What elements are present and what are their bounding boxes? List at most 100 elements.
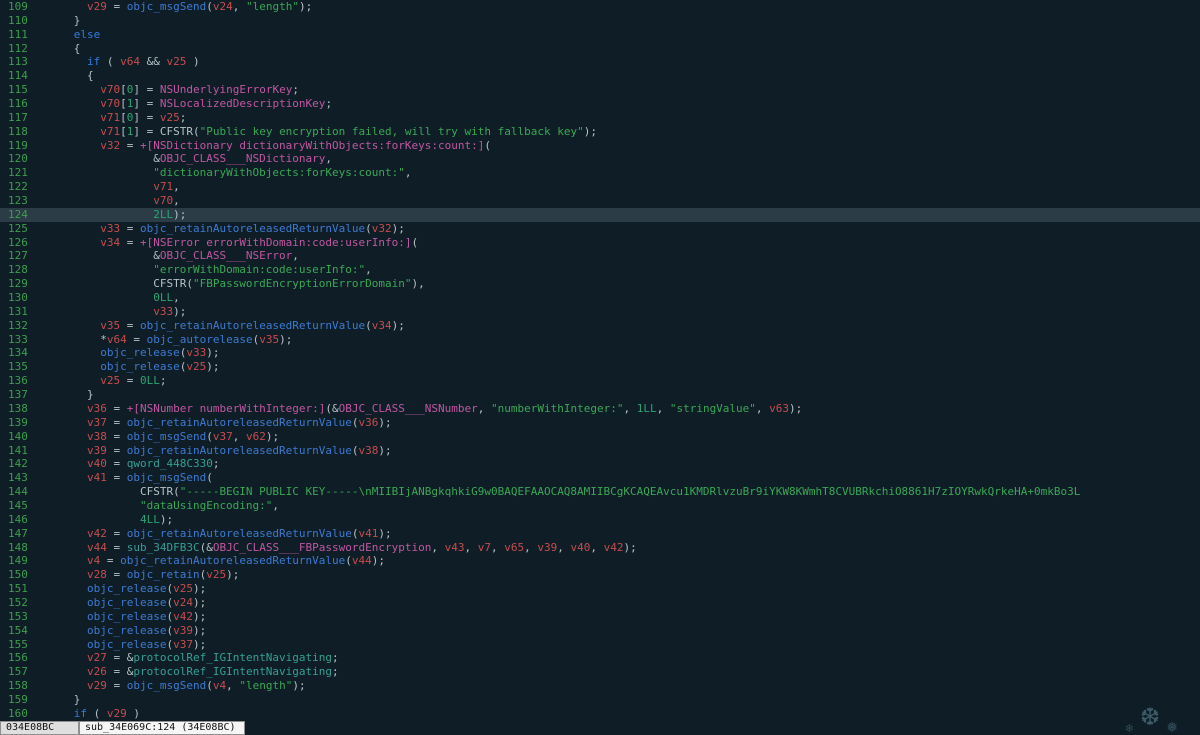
code-token-v[interactable]: v32 xyxy=(100,139,120,152)
code-token-v[interactable]: v64 xyxy=(120,55,140,68)
code-token-v[interactable]: v39 xyxy=(537,541,557,554)
address-indicator[interactable]: 034E08BC xyxy=(0,721,79,735)
code-token-v[interactable]: v43 xyxy=(445,541,465,554)
code-token-f[interactable]: objc_release xyxy=(87,638,166,651)
code-token-v[interactable]: v64 xyxy=(107,333,127,346)
code-token-k[interactable]: if xyxy=(87,55,100,68)
code-token-k[interactable]: if xyxy=(74,707,87,720)
code-line[interactable]: 118 v71[1] = CFSTR("Public key encryptio… xyxy=(0,125,1200,139)
code-token-d[interactable]: qword_448C330 xyxy=(127,457,213,470)
code-line[interactable]: 151 objc_release(v25); xyxy=(0,582,1200,596)
code-token-f[interactable]: objc_release xyxy=(87,582,166,595)
code-line[interactable]: 149 v4 = objc_retainAutoreleasedReturnVa… xyxy=(0,554,1200,568)
code-line[interactable]: 160 if ( v29 ) xyxy=(0,707,1200,721)
code-token-v[interactable]: v37 xyxy=(173,638,193,651)
code-line[interactable]: 157 v26 = &protocolRef_IGIntentNavigatin… xyxy=(0,665,1200,679)
code-token-v[interactable]: v71 xyxy=(153,180,173,193)
code-line[interactable]: 121 "dictionaryWithObjects:forKeys:count… xyxy=(0,166,1200,180)
code-line[interactable]: 114 { xyxy=(0,69,1200,83)
code-token-f[interactable]: objc_release xyxy=(87,610,166,623)
code-token-d[interactable]: protocolRef_IGIntentNavigating xyxy=(133,651,332,664)
code-token-v[interactable]: v35 xyxy=(259,333,279,346)
code-line[interactable]: 111 else xyxy=(0,28,1200,42)
code-token-v[interactable]: v25 xyxy=(186,360,206,373)
code-token-s[interactable]: "stringValue" xyxy=(670,402,756,415)
code-line[interactable]: 143 v41 = objc_msgSend( xyxy=(0,471,1200,485)
code-token-f[interactable]: objc_retainAutoreleasedReturnValue xyxy=(140,222,365,235)
code-token-v[interactable]: v24 xyxy=(173,596,193,609)
code-line[interactable]: 112 { xyxy=(0,42,1200,56)
code-line[interactable]: 116 v70[1] = NSLocalizedDescriptionKey; xyxy=(0,97,1200,111)
code-line[interactable]: 130 0LL, xyxy=(0,291,1200,305)
code-token-f[interactable]: objc_msgSend xyxy=(127,0,206,13)
code-token-f[interactable]: objc_msgSend xyxy=(127,430,206,443)
code-line[interactable]: 109 v29 = objc_msgSend(v24, "length"); xyxy=(0,0,1200,14)
code-token-o[interactable]: NSLocalizedDescriptionKey xyxy=(160,97,326,110)
code-line[interactable]: 138 v36 = +[NSNumber numberWithInteger:]… xyxy=(0,402,1200,416)
code-line[interactable]: 122 v71, xyxy=(0,180,1200,194)
code-token-o[interactable]: OBJC_CLASS___NSNumber xyxy=(339,402,478,415)
code-line[interactable]: 153 objc_release(v42); xyxy=(0,610,1200,624)
code-line[interactable]: 128 "errorWithDomain:code:userInfo:", xyxy=(0,263,1200,277)
code-line[interactable]: 156 v27 = &protocolRef_IGIntentNavigatin… xyxy=(0,651,1200,665)
code-line[interactable]: 133 *v64 = objc_autorelease(v35); xyxy=(0,333,1200,347)
code-line[interactable]: 126 v34 = +[NSError errorWithDomain:code… xyxy=(0,236,1200,250)
code-token-v[interactable]: v42 xyxy=(87,527,107,540)
code-line[interactable]: 140 v38 = objc_msgSend(v37, v62); xyxy=(0,430,1200,444)
code-token-v[interactable]: v65 xyxy=(504,541,524,554)
code-token-v[interactable]: v25 xyxy=(100,374,120,387)
code-token-v[interactable]: v63 xyxy=(769,402,789,415)
code-token-v[interactable]: v28 xyxy=(87,568,107,581)
code-token-v[interactable]: v40 xyxy=(87,457,107,470)
code-line[interactable]: 148 v44 = sub_34DFB3C(&OBJC_CLASS___FBPa… xyxy=(0,541,1200,555)
code-token-v[interactable]: v39 xyxy=(173,624,193,637)
code-token-f[interactable]: objc_retainAutoreleasedReturnValue xyxy=(127,444,352,457)
code-token-f[interactable]: objc_retainAutoreleasedReturnValue xyxy=(127,527,352,540)
code-token-v[interactable]: v70 xyxy=(153,194,173,207)
code-token-v[interactable]: v33 xyxy=(153,305,173,318)
code-token-f[interactable]: objc_retain xyxy=(127,568,200,581)
code-token-n[interactable]: 2LL xyxy=(153,208,173,221)
code-token-v[interactable]: v35 xyxy=(100,319,120,332)
code-token-v[interactable]: v36 xyxy=(87,402,107,415)
code-token-v[interactable]: v34 xyxy=(372,319,392,332)
code-token-f[interactable]: objc_msgSend xyxy=(127,679,206,692)
code-token-v[interactable]: v4 xyxy=(87,554,100,567)
code-token-v[interactable]: v7 xyxy=(478,541,491,554)
code-line[interactable]: 120 &OBJC_CLASS___NSDictionary, xyxy=(0,152,1200,166)
code-token-v[interactable]: v71 xyxy=(100,111,120,124)
code-token-v[interactable]: v36 xyxy=(359,416,379,429)
code-line[interactable]: 132 v35 = objc_retainAutoreleasedReturnV… xyxy=(0,319,1200,333)
code-token-v[interactable]: v37 xyxy=(213,430,233,443)
code-token-f[interactable]: objc_release xyxy=(100,360,179,373)
code-token-f[interactable]: objc_retainAutoreleasedReturnValue xyxy=(127,416,352,429)
code-token-k[interactable]: else xyxy=(74,28,101,41)
code-token-v[interactable]: v44 xyxy=(352,554,372,567)
code-token-v[interactable]: v25 xyxy=(173,582,193,595)
code-line[interactable]: 129 CFSTR("FBPasswordEncryptionErrorDoma… xyxy=(0,277,1200,291)
code-token-f[interactable]: objc_msgSend xyxy=(127,471,206,484)
pseudocode-view[interactable]: 109 v29 = objc_msgSend(v24, "length"); 11… xyxy=(0,0,1200,721)
code-token-f[interactable]: objc_retainAutoreleasedReturnValue xyxy=(140,319,365,332)
code-token-v[interactable]: v25 xyxy=(166,55,186,68)
code-line-current[interactable]: 124 2LL); xyxy=(0,207,1200,222)
code-token-v[interactable]: v4 xyxy=(213,679,226,692)
code-token-f[interactable]: objc_release xyxy=(87,596,166,609)
code-token-s[interactable]: "dictionaryWithObjects:forKeys:count:" xyxy=(153,166,405,179)
code-token-f[interactable]: objc_autorelease xyxy=(147,333,253,346)
code-line[interactable]: 155 objc_release(v37); xyxy=(0,638,1200,652)
code-token-v[interactable]: v44 xyxy=(87,541,107,554)
code-token-s[interactable]: "-----BEGIN PUBLIC KEY-----\nMIIBIjANBgk… xyxy=(180,485,1081,498)
code-line[interactable]: 144 CFSTR("-----BEGIN PUBLIC KEY-----\nM… xyxy=(0,485,1200,499)
code-token-v[interactable]: v42 xyxy=(604,541,624,554)
code-token-v[interactable]: v70 xyxy=(100,97,120,110)
code-line[interactable]: 115 v70[0] = NSUnderlyingErrorKey; xyxy=(0,83,1200,97)
code-token-v[interactable]: v33 xyxy=(100,222,120,235)
code-token-n[interactable]: 4LL xyxy=(140,513,160,526)
code-token-v[interactable]: v33 xyxy=(186,346,206,359)
code-line[interactable]: 110 } xyxy=(0,14,1200,28)
code-line[interactable]: 150 v28 = objc_retain(v25); xyxy=(0,568,1200,582)
code-token-f[interactable]: objc_release xyxy=(87,624,166,637)
code-token-n[interactable]: 0LL xyxy=(140,374,160,387)
code-token-o[interactable]: OBJC_CLASS___NSDictionary xyxy=(160,152,326,165)
